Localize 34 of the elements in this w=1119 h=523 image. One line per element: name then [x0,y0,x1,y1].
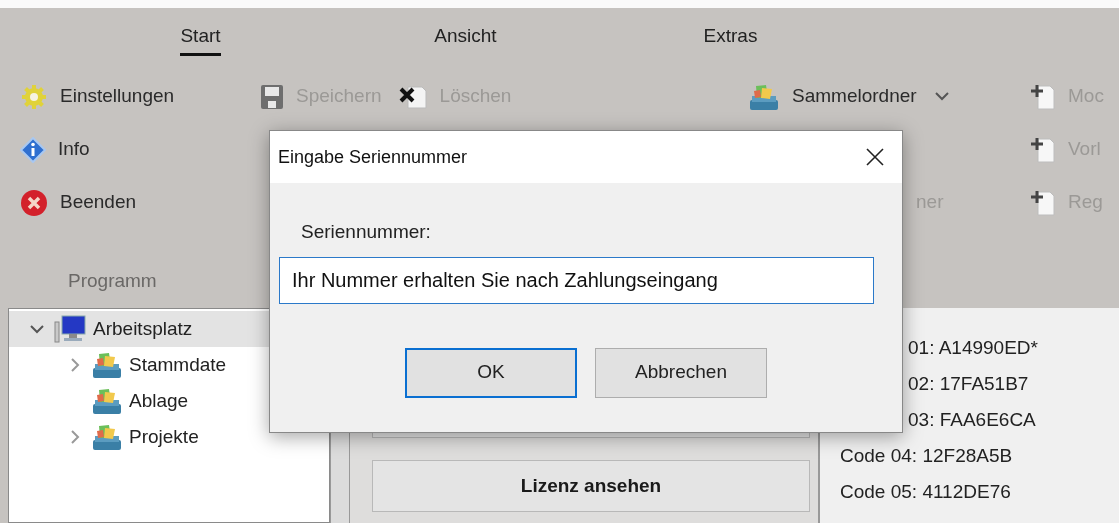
document-plus-icon [1030,188,1056,217]
serial-number-field[interactable]: Ihr Nummer erhalten Sie nach Zahlungseingang [279,256,874,304]
tree-item[interactable]: Projekte [9,419,329,455]
code-text: 01: A14990ED* [907,335,1039,360]
folder-stack-icon [91,350,123,380]
document-plus-icon [1030,135,1056,164]
code-text: 03: FAA6E6CA [907,407,1037,432]
computer-icon [53,314,87,344]
license-button[interactable]: Lizenz ansehen [372,460,810,512]
dialog-button[interactable]: OK [405,347,577,398]
close-icon [20,188,48,217]
ribbon-tab[interactable]: Extras [703,22,758,56]
ribbon-button[interactable]: Info [20,123,240,176]
ribbon-tab[interactable]: Start [180,22,221,56]
info-icon [20,136,46,163]
ribbon-button[interactable]: Einstellungen [20,70,240,123]
ribbon-tab[interactable]: Ansicht [434,22,497,56]
code-text: Code 05: 4112DE76 [840,479,1012,504]
code-text: Code 04: 12F28A5B [840,443,1014,468]
group-label: Programm [67,268,158,293]
field-label: Seriennummer: [300,220,431,244]
folder-stack-icon [91,422,123,452]
document-x-icon [397,83,428,110]
tree-item[interactable]: Ablage [9,383,329,419]
code-text: 02: 17FA51B7 [907,371,1030,396]
folder-stack-icon [91,386,123,416]
document-plus-icon [1030,82,1056,111]
dialog-title: Eingabe Seriennummer [278,145,468,169]
ribbon-button[interactable]: Sammelordner [748,70,1015,123]
close-icon[interactable] [866,148,884,166]
dialog-button[interactable]: Abbrechen [595,347,767,398]
gear-icon [20,82,48,111]
ribbon-button[interactable]: Beenden [20,176,240,229]
tree-item[interactable]: Stammdate [9,347,329,383]
